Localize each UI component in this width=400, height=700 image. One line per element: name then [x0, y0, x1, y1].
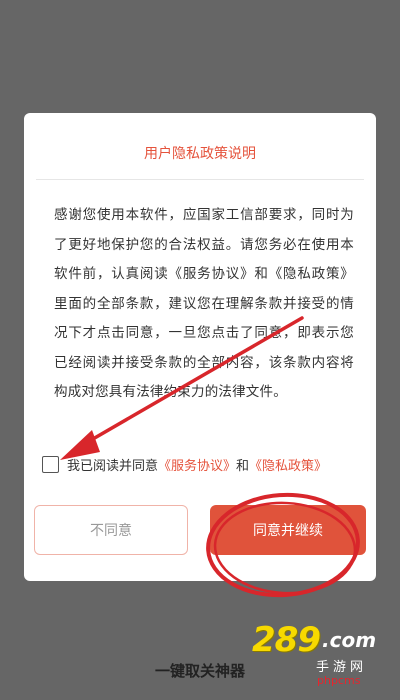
- agree-checkbox[interactable]: [42, 455, 59, 473]
- service-agreement-link[interactable]: 《服务协议》: [158, 455, 236, 474]
- title-divider: [36, 179, 364, 180]
- agree-row: 我已阅读并同意 《服务协议》 和 《隐私政策》: [42, 455, 327, 474]
- watermark-number: 289: [252, 620, 321, 660]
- agree-prefix: 我已阅读并同意: [67, 458, 159, 474]
- privacy-dialog: 用户隐私政策说明 感谢您使用本软件，应国家工信部要求，同时为了更好地保护您的合法…: [24, 113, 376, 581]
- disagree-button[interactable]: 不同意: [34, 505, 188, 555]
- agree-continue-button[interactable]: 同意并继续: [210, 505, 366, 555]
- watermark-dotcom: .com: [322, 628, 377, 652]
- privacy-policy-link[interactable]: 《隐私政策》: [249, 455, 327, 474]
- watermark-logo: 289 .com 手游网 phpcms: [212, 620, 382, 690]
- screen: 用户隐私政策说明 感谢您使用本软件，应国家工信部要求，同时为了更好地保护您的合法…: [0, 0, 400, 700]
- dialog-body-text: 感谢您使用本软件，应国家工信部要求，同时为了更好地保护您的合法权益。请您务必在使…: [54, 207, 354, 400]
- watermark-url: phpcms: [317, 674, 361, 687]
- agree-and: 和: [236, 458, 250, 474]
- dialog-title: 用户隐私政策说明: [144, 146, 256, 162]
- watermark-cn: 手游网: [316, 660, 368, 675]
